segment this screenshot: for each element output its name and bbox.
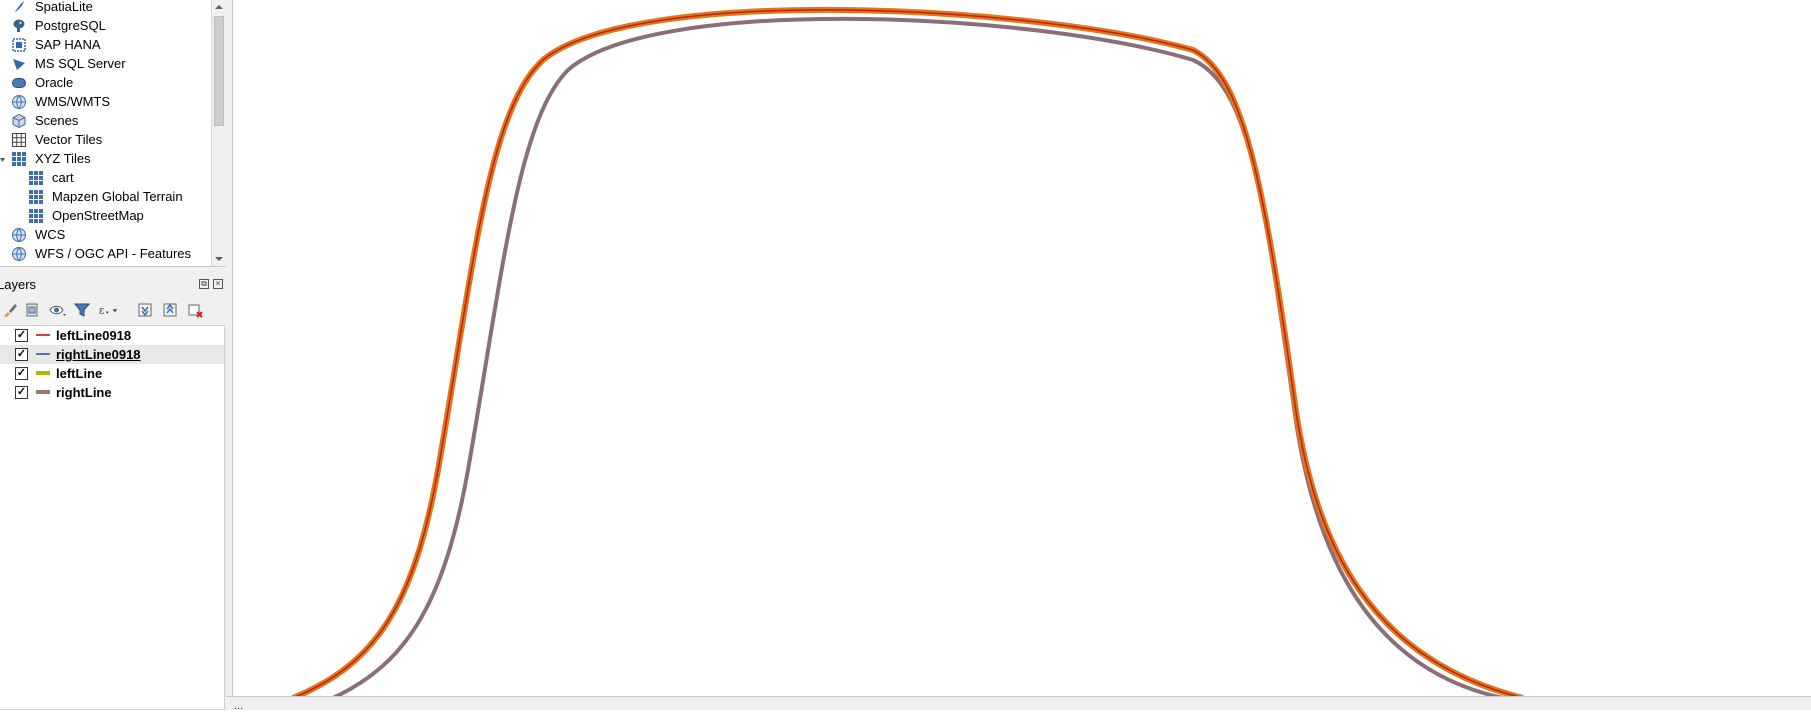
browser-item-openstreetmap[interactable]: OpenStreetMap xyxy=(28,206,144,225)
browser-item-wcs[interactable]: WCS xyxy=(11,225,65,244)
layer-visibility-checkbox[interactable]: ✓ xyxy=(15,329,28,342)
tiles-icon xyxy=(11,151,27,167)
browser-item-xyz-tiles[interactable]: XYZ Tiles xyxy=(11,149,91,168)
scrollbar-thumb[interactable] xyxy=(214,16,224,126)
browser-item-label: XYZ Tiles xyxy=(35,151,91,166)
filter-funnel-icon[interactable] xyxy=(72,300,92,320)
map-line-leftline xyxy=(291,6,1524,696)
layer-row-leftline[interactable]: ✓ leftLine xyxy=(0,364,224,383)
scroll-down-icon[interactable] xyxy=(212,252,226,266)
tiles-icon xyxy=(28,208,44,224)
browser-item-label: OpenStreetMap xyxy=(52,208,144,223)
browser-item-label: MS SQL Server xyxy=(35,56,126,71)
layers-toolbar: ε xyxy=(0,297,226,323)
browser-item-vector-tiles[interactable]: Vector Tiles xyxy=(11,130,102,149)
browser-item-scenes[interactable]: Scenes xyxy=(11,111,78,130)
close-panel-icon[interactable]: × xyxy=(213,279,223,289)
left-panel: SpatiaLite PostgreSQL SAP HANA MS SQL Se… xyxy=(0,0,226,710)
tiles-icon xyxy=(28,170,44,186)
line-symbol-icon xyxy=(36,390,50,394)
map-canvas[interactable] xyxy=(232,0,1811,696)
expand-all-icon[interactable] xyxy=(135,300,155,320)
visibility-eye-icon[interactable] xyxy=(48,300,68,320)
line-symbol-icon xyxy=(36,371,50,375)
browser-item-label: WFS / OGC API - Features xyxy=(35,246,192,261)
browser-item-label: Scenes xyxy=(35,113,79,128)
status-text: ... xyxy=(234,700,244,712)
feather-icon xyxy=(11,0,27,15)
expression-filter-icon[interactable]: ε xyxy=(98,300,118,320)
browser-item-oracle[interactable]: Oracle xyxy=(11,73,73,92)
layers-panel-title: Layers xyxy=(0,277,37,292)
layer-row-rightline[interactable]: ✓ rightLine xyxy=(0,383,224,402)
map-lines-svg xyxy=(291,6,1524,696)
layer-name: leftLine0918 xyxy=(56,328,132,343)
browser-scrollbar[interactable] xyxy=(211,0,226,266)
cube-icon xyxy=(11,113,27,129)
add-group-icon[interactable] xyxy=(22,300,42,320)
browser-item-label: WCS xyxy=(35,227,66,242)
tiles-icon xyxy=(28,189,44,205)
layer-visibility-checkbox[interactable]: ✓ xyxy=(15,348,28,361)
style-brush-icon[interactable] xyxy=(0,300,20,320)
layers-panel-header: Layers ⧉ × xyxy=(0,275,226,295)
browser-item-wms-wmts[interactable]: WMS/WMTS xyxy=(11,92,110,111)
layer-visibility-checkbox[interactable]: ✓ xyxy=(15,367,28,380)
svg-text:ε: ε xyxy=(99,304,105,317)
browser-item-mssql[interactable]: MS SQL Server xyxy=(11,54,126,73)
browser-item-label: SpatiaLite xyxy=(35,0,93,14)
browser-item-label: Vector Tiles xyxy=(35,132,103,147)
globe-icon xyxy=(11,246,27,262)
browser-item-postgresql[interactable]: PostgreSQL xyxy=(11,16,106,35)
browser-item-sap-hana[interactable]: SAP HANA xyxy=(11,35,101,54)
hana-icon xyxy=(11,37,27,53)
globe-icon xyxy=(11,94,27,110)
browser-item-label: PostgreSQL xyxy=(35,18,106,33)
line-symbol-icon xyxy=(36,334,50,336)
layer-name: leftLine xyxy=(56,366,103,381)
layer-name: rightLine xyxy=(56,385,112,400)
layer-tree: ✓ leftLine0918 ✓ rightLine0918 ✓ leftLin… xyxy=(0,325,225,710)
browser-item-spatialite[interactable]: SpatiaLite xyxy=(11,0,93,16)
scroll-up-icon[interactable] xyxy=(212,0,226,14)
layer-visibility-checkbox[interactable]: ✓ xyxy=(15,386,28,399)
browser-item-label: Mapzen Global Terrain xyxy=(52,189,183,204)
oracle-icon xyxy=(11,75,27,91)
mssql-icon xyxy=(11,56,27,72)
collapse-all-icon[interactable] xyxy=(160,300,180,320)
globe-icon xyxy=(11,227,27,243)
browser-item-cart[interactable]: cart xyxy=(28,168,74,187)
line-symbol-icon xyxy=(36,353,50,355)
remove-layer-icon[interactable] xyxy=(185,300,205,320)
grid-icon xyxy=(11,132,27,148)
browser-item-label: Oracle xyxy=(35,75,74,90)
expander-arrow-icon[interactable] xyxy=(0,150,6,169)
layer-row-leftline0918[interactable]: ✓ leftLine0918 xyxy=(0,326,224,345)
browser-item-label: cart xyxy=(52,170,74,185)
browser-item-wfs[interactable]: WFS / OGC API - Features xyxy=(11,244,191,263)
layer-name: rightLine0918 xyxy=(56,347,141,362)
browser-panel: SpatiaLite PostgreSQL SAP HANA MS SQL Se… xyxy=(0,0,226,267)
browser-item-mapzen[interactable]: Mapzen Global Terrain xyxy=(28,187,183,206)
status-bar: ... xyxy=(226,696,1811,712)
browser-item-label: SAP HANA xyxy=(35,37,101,52)
browser-item-label: WMS/WMTS xyxy=(35,94,111,109)
map-line-leftline0918 xyxy=(295,9,1519,696)
layer-row-rightline0918[interactable]: ✓ rightLine0918 xyxy=(0,345,224,364)
elephant-icon xyxy=(11,18,27,34)
float-panel-icon[interactable]: ⧉ xyxy=(199,279,209,289)
